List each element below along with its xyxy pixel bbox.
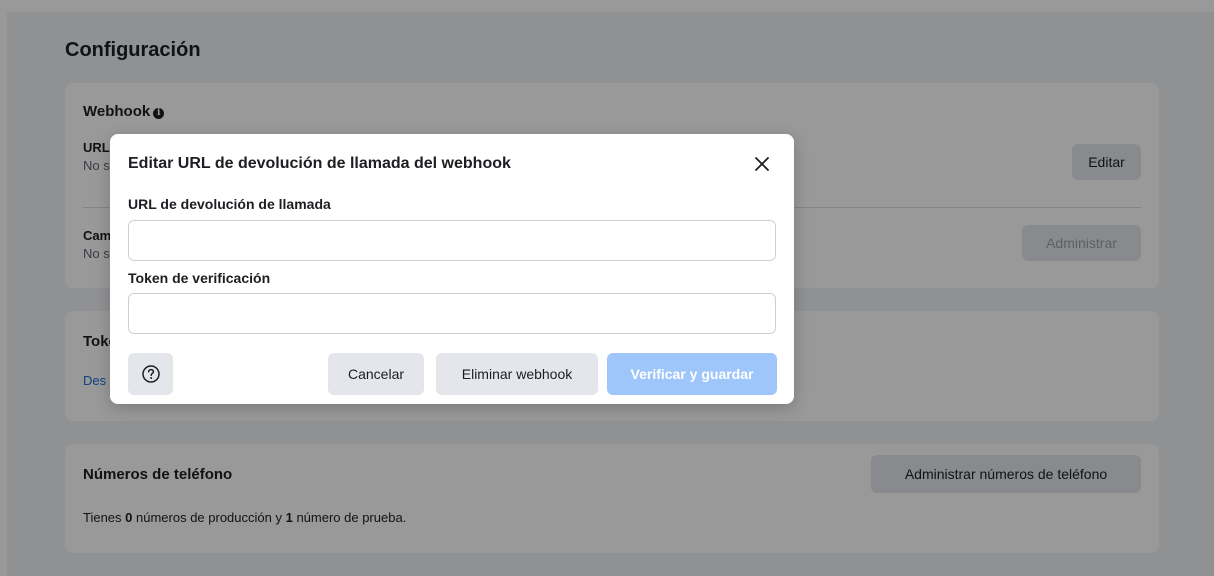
- verify-token-input[interactable]: [128, 293, 776, 334]
- callback-url-input[interactable]: [128, 220, 776, 261]
- question-circle-icon: [141, 365, 160, 383]
- callback-url-label: URL de devolución de llamada: [128, 196, 331, 212]
- help-button[interactable]: [128, 353, 173, 395]
- cancel-button[interactable]: Cancelar: [328, 353, 424, 395]
- edit-webhook-dialog: Editar URL de devolución de llamada del …: [110, 134, 794, 404]
- delete-webhook-button[interactable]: Eliminar webhook: [436, 353, 598, 395]
- verify-and-save-button[interactable]: Verificar y guardar: [607, 353, 777, 395]
- close-icon[interactable]: [748, 150, 776, 178]
- verify-token-label: Token de verificación: [128, 270, 271, 286]
- dialog-title: Editar URL de devolución de llamada del …: [128, 155, 511, 172]
